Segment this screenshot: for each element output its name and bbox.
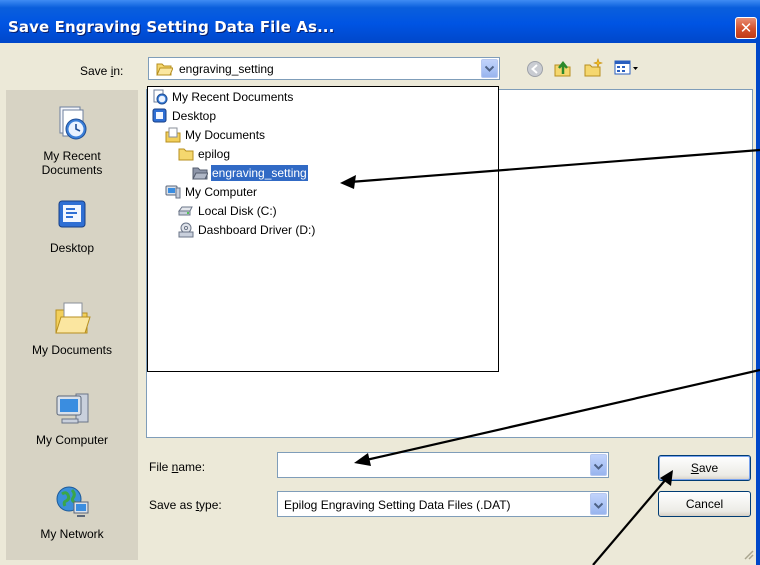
arrow-to-engraving-setting [349,148,760,184]
arrow-to-file-name [365,368,760,462]
save-dialog: Save Engraving Setting Data File As... ✕… [0,0,760,565]
arrowhead [354,453,371,466]
arrow-to-save-button [592,477,668,565]
arrowhead [340,175,356,189]
annotation-arrows [340,148,760,565]
